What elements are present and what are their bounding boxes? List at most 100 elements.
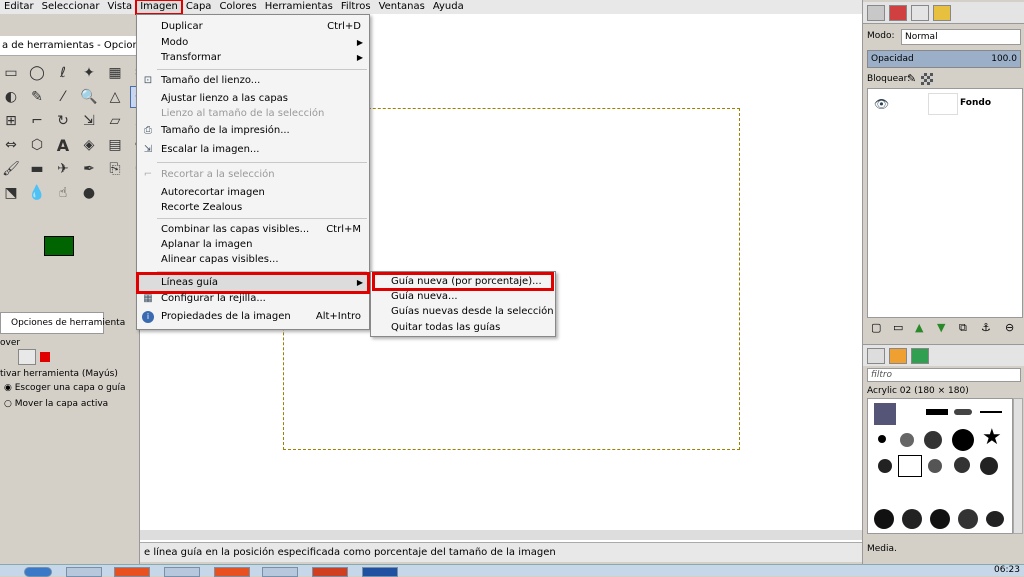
menu-herramientas[interactable]: Herramientas	[261, 0, 337, 14]
lower-layer-icon[interactable]: ▼	[937, 321, 945, 334]
menu-configurar-rejilla[interactable]: ▦ Configurar la rejilla...	[137, 291, 369, 307]
paths-tab-icon[interactable]	[911, 5, 929, 21]
blur-tool-icon[interactable]: 💧	[26, 182, 48, 204]
menu-ventanas[interactable]: Ventanas	[375, 0, 429, 14]
perspective-clone-tool-icon[interactable]: ⬔	[0, 182, 22, 204]
lock-alpha-icon[interactable]	[921, 73, 933, 85]
layer-group-icon[interactable]: ▭	[893, 321, 903, 334]
menu-guia-nueva[interactable]: Guía nueva...	[371, 289, 555, 305]
brush-thumb[interactable]	[980, 411, 1002, 413]
menu-modo[interactable]: Modo ▶	[137, 35, 369, 51]
menu-combinar-capas[interactable]: Combinar las capas visibles... Ctrl+M	[137, 222, 369, 238]
layer-row[interactable]: 👁 Fondo	[868, 93, 1022, 115]
delete-layer-icon[interactable]: ⊖	[1005, 321, 1014, 334]
rect-select-tool-icon[interactable]: ▭	[0, 62, 22, 84]
brush-scrollbar[interactable]	[1013, 398, 1023, 534]
menu-filtros[interactable]: Filtros	[337, 0, 375, 14]
brush-thumb[interactable]	[986, 511, 1004, 527]
brush-thumb[interactable]	[924, 431, 942, 449]
move-layer-mode-icon[interactable]	[18, 349, 36, 365]
menu-propiedades-imagen[interactable]: i Propiedades de la imagen Alt+Intro	[137, 309, 369, 325]
menu-guias-desde-seleccion[interactable]: Guías nuevas desde la selección	[371, 304, 555, 320]
anchor-layer-icon[interactable]: ⚓	[981, 321, 991, 334]
menu-capa[interactable]: Capa	[182, 0, 216, 14]
rotate-tool-icon[interactable]: ↻	[52, 110, 74, 132]
bucket-fill-tool-icon[interactable]: ◈	[78, 134, 100, 156]
menu-alinear-capas[interactable]: Alinear capas visibles...	[137, 252, 369, 268]
opacity-slider[interactable]: Opacidad 100.0	[867, 50, 1021, 68]
menu-ajustar-lienzo[interactable]: Ajustar lienzo a las capas	[137, 91, 369, 107]
menu-seleccionar[interactable]: Seleccionar	[38, 0, 104, 14]
brushes-tab-icon[interactable]	[867, 348, 885, 364]
menu-aplanar-imagen[interactable]: Aplanar la imagen	[137, 237, 369, 253]
menu-tamano-impresion[interactable]: ⎙ Tamaño de la impresión...	[137, 123, 369, 139]
airbrush-tool-icon[interactable]: ✈	[52, 158, 74, 180]
fuzzy-select-tool-icon[interactable]: ✦	[78, 62, 100, 84]
brush-thumb[interactable]	[900, 433, 914, 447]
horizontal-scrollbar[interactable]	[140, 530, 862, 540]
brush-thumb[interactable]	[980, 457, 998, 475]
brush-thumb[interactable]	[902, 509, 922, 529]
menu-editar[interactable]: Editar	[0, 0, 38, 14]
menu-lineas-guia[interactable]: Líneas guía ▶	[136, 272, 370, 294]
brush-star-icon[interactable]: ★	[982, 427, 1002, 449]
lock-brush-icon[interactable]: ✎	[907, 72, 916, 85]
paths-tool-icon[interactable]: ✎	[26, 86, 48, 108]
menu-quitar-guias[interactable]: Quitar todas las guías	[371, 320, 555, 336]
zoom-tool-icon[interactable]: 🔍	[78, 86, 100, 108]
brush-filter-input[interactable]: filtro	[867, 368, 1021, 382]
smudge-tool-icon[interactable]: ☝	[52, 182, 74, 204]
foreground-color-swatch[interactable]	[44, 236, 74, 256]
menu-escalar-imagen[interactable]: ⇲ Escalar la imagen...	[137, 142, 369, 158]
brush-thumb-selected[interactable]	[898, 455, 922, 477]
menu-imagen[interactable]: Imagen	[135, 0, 183, 15]
raise-layer-icon[interactable]: ▲	[915, 321, 923, 334]
radio-move-active[interactable]: ○ Mover la capa activa	[4, 399, 108, 409]
dodge-tool-icon[interactable]: ●	[78, 182, 100, 204]
visibility-eye-icon[interactable]: 👁	[874, 97, 889, 111]
color-picker-tool-icon[interactable]: ⁄	[52, 86, 74, 108]
text-tool-icon[interactable]: A	[52, 134, 74, 156]
patterns-tab-icon[interactable]	[889, 348, 907, 364]
channels-tab-icon[interactable]	[889, 5, 907, 21]
brush-thumb[interactable]	[874, 509, 894, 529]
brush-thumb[interactable]	[954, 457, 970, 473]
shear-tool-icon[interactable]: ▱	[104, 110, 126, 132]
radio-pick-layer[interactable]: ◉ Escoger una capa o guía	[4, 383, 126, 393]
brush-thumb[interactable]	[952, 429, 974, 451]
tool-options-tab[interactable]: Opciones de herramienta	[0, 312, 125, 334]
brush-thumb[interactable]	[958, 509, 978, 529]
ellipse-select-tool-icon[interactable]: ◯	[26, 62, 48, 84]
menu-lienzo-seleccion[interactable]: Lienzo al tamaño de la selección	[137, 106, 369, 122]
menu-colores[interactable]: Colores	[215, 0, 260, 14]
menu-recortar-seleccion[interactable]: ⌐ Recortar a la selección	[137, 167, 369, 183]
flip-tool-icon[interactable]: ⇔	[0, 134, 22, 156]
new-layer-icon[interactable]: ▢	[871, 321, 881, 334]
mode-select[interactable]: Normal	[901, 29, 1021, 45]
crop-tool-icon[interactable]: ⌐	[26, 110, 48, 132]
clone-tool-icon[interactable]: ⎘	[104, 158, 126, 180]
brush-thumb[interactable]	[928, 459, 942, 473]
menu-transformar[interactable]: Transformar ▶	[137, 50, 369, 66]
align-tool-icon[interactable]: ⊞	[0, 110, 22, 132]
brush-thumb-photo[interactable]	[874, 403, 896, 425]
menu-tamano-lienzo[interactable]: ⊡ Tamaño del lienzo...	[137, 73, 369, 89]
layers-tab-icon[interactable]	[867, 5, 885, 21]
scale-tool-icon[interactable]: ⇲	[78, 110, 100, 132]
measure-tool-icon[interactable]: △	[104, 86, 126, 108]
ink-tool-icon[interactable]: ✒	[78, 158, 100, 180]
menu-guia-nueva-porcentaje[interactable]: Guía nueva (por porcentaje)...	[372, 272, 554, 291]
paintbrush-tool-icon[interactable]: 🖌	[0, 158, 22, 180]
brush-thumb[interactable]	[926, 409, 948, 415]
gradients-tab-icon[interactable]	[911, 348, 929, 364]
cage-tool-icon[interactable]: ⬡	[26, 134, 48, 156]
blend-tool-icon[interactable]: ▤	[104, 134, 126, 156]
menu-recorte-zealous[interactable]: Recorte Zealous	[137, 200, 369, 216]
menu-ayuda[interactable]: Ayuda	[429, 0, 468, 14]
menu-autorecortar[interactable]: Autorecortar imagen	[137, 185, 369, 201]
duplicate-layer-icon[interactable]: ⧉	[959, 321, 967, 335]
free-select-tool-icon[interactable]: ℓ	[52, 62, 74, 84]
brush-thumb[interactable]	[954, 409, 972, 415]
brush-thumb[interactable]	[878, 435, 886, 443]
eraser-tool-icon[interactable]: ▬	[26, 158, 48, 180]
